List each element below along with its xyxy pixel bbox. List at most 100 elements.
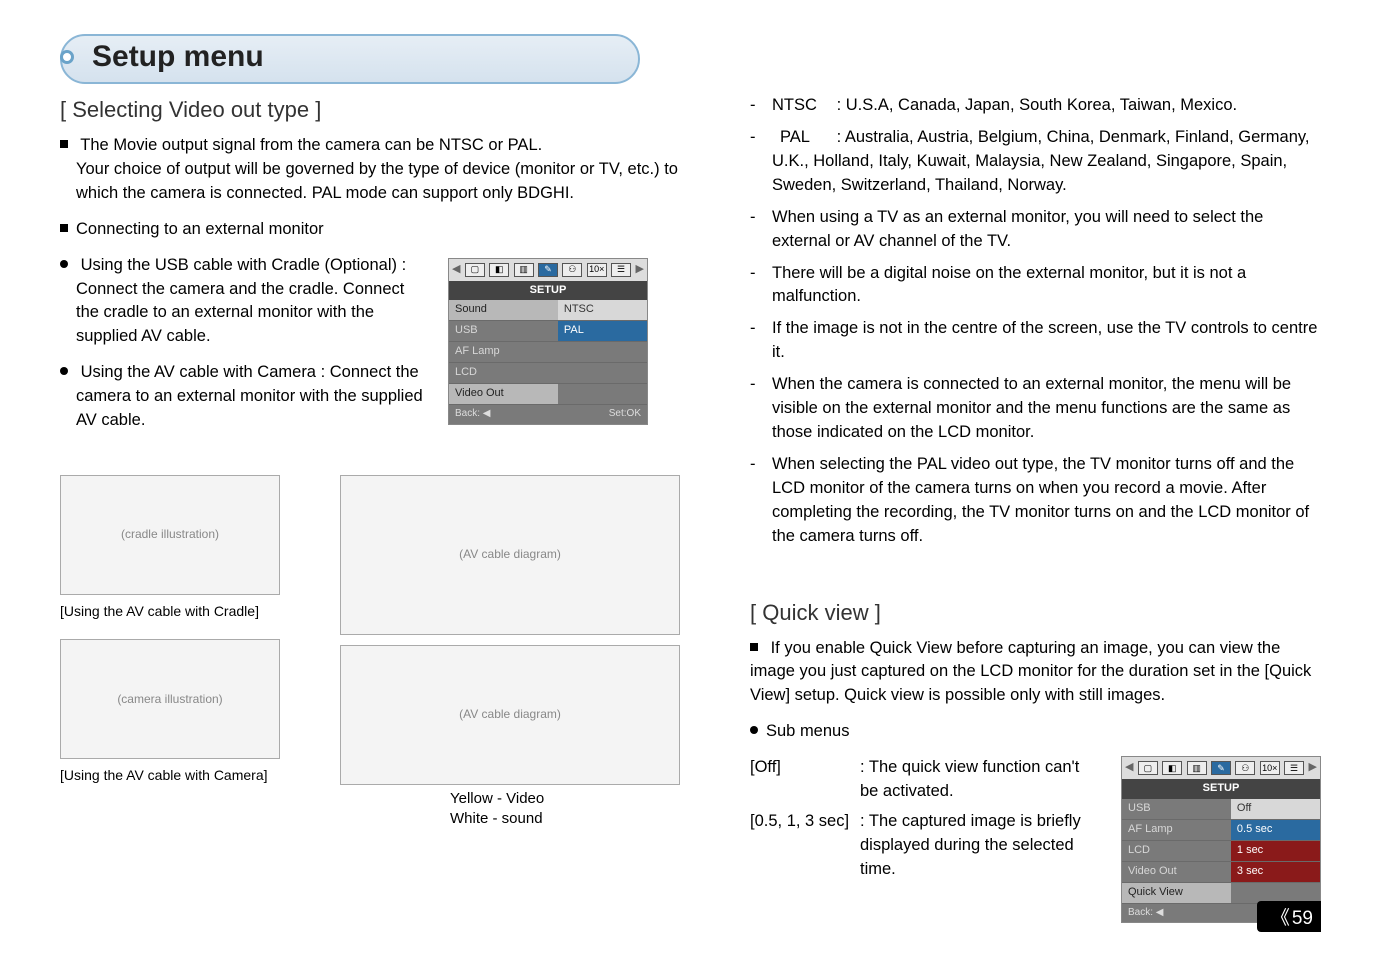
- pal-label: PAL: [772, 126, 832, 150]
- note-digital-noise: - There will be a digital noise on the e…: [750, 262, 1321, 310]
- para-sub-menus: Sub menus: [750, 720, 1321, 744]
- header-dot-icon: [60, 50, 74, 64]
- av-camera-title: Using the AV cable with Camera : Connect…: [81, 363, 419, 381]
- para-av-camera: Using the AV cable with Camera : Connect…: [60, 361, 430, 433]
- menu-item-left: Quick View: [1122, 883, 1231, 904]
- menu-item-right: [558, 342, 647, 363]
- menu-tab-icon: ▢: [465, 263, 485, 277]
- menu-item-left: Video Out: [1122, 862, 1231, 883]
- para-connecting: Connecting to an external monitor: [60, 218, 680, 242]
- ntsc-label: NTSC: [772, 94, 832, 118]
- sub-sec-val: : The captured image is briefly displaye…: [860, 810, 1091, 882]
- note-ntsc: - NTSC : U.S.A, Canada, Japan, South Kor…: [750, 94, 1321, 118]
- menu-item-left: AF Lamp: [449, 342, 558, 363]
- illus-top-cable: (AV cable diagram): [340, 475, 680, 635]
- menu-item-left: USB: [449, 321, 558, 342]
- menu2: ◀ ▢ ◧ ▥ ✎ ⚇ 10× ☰ ▶ SETUP USBOffAF Lamp0…: [1121, 756, 1321, 923]
- illus-cap-cradle: [Using the AV cable with Cradle]: [60, 601, 320, 621]
- sub-menu-definitions: [Off] : The quick view function can't be…: [750, 756, 1091, 923]
- menu2-back: Back: ◀: [1128, 906, 1163, 921]
- illustration-area: (cradle illustration) [Using the AV cabl…: [60, 475, 680, 828]
- menu-item-left: AF Lamp: [1122, 820, 1231, 841]
- section-heading-video-out: [ Selecting Video out type ]: [60, 94, 680, 126]
- note4-text: When the camera is connected to an exter…: [772, 373, 1321, 445]
- illus-bottom-cable: (AV cable diagram): [340, 645, 680, 785]
- menu-item-right: [558, 384, 647, 405]
- menu-tab-icon: 10×: [1260, 761, 1280, 775]
- menu2-title: SETUP: [1122, 779, 1320, 799]
- menu-item-right: 3 sec: [1231, 862, 1320, 883]
- note-pal: - PAL : Australia, Austria, Belgium, Chi…: [750, 126, 1321, 198]
- menu-item-right: 0.5 sec: [1231, 820, 1320, 841]
- menu-tab-icon: ⚇: [1235, 761, 1255, 775]
- menu1-title: SETUP: [449, 281, 647, 301]
- menu-item-right: [558, 363, 647, 384]
- sub-menu-block: [Off] : The quick view function can't be…: [750, 756, 1321, 923]
- menu1-footer: Back: ◀ Set:OK: [449, 405, 647, 424]
- pal-text: : Australia, Austria, Belgium, China, De…: [772, 128, 1310, 194]
- content-columns: [ Selecting Video out type ] The Movie o…: [60, 94, 1321, 923]
- illus-camera-image: (camera illustration): [60, 639, 280, 759]
- para-qv-intro: If you enable Quick View before capturin…: [750, 637, 1321, 709]
- illus-right-col: (AV cable diagram) (AV cable diagram) Ye…: [340, 475, 680, 828]
- menu-tab-icon: ⚇: [562, 263, 582, 277]
- note-tv-channel: - When using a TV as an external monitor…: [750, 206, 1321, 254]
- menu-item-left: Video Out: [449, 384, 558, 405]
- qv-intro-text: If you enable Quick View before capturin…: [750, 639, 1311, 705]
- cable-yellow: Yellow - Video: [450, 789, 680, 809]
- cable-color-label: Yellow - Video White - sound: [450, 789, 680, 828]
- usb-cradle-body: Connect the camera and the cradle. Conne…: [60, 278, 430, 350]
- right-notes-list: - NTSC : U.S.A, Canada, Japan, South Kor…: [750, 94, 1321, 549]
- menu-tab-icon: ☰: [611, 263, 631, 277]
- sub-off: [Off] : The quick view function can't be…: [750, 756, 1091, 804]
- usb-row: Using the USB cable with Cradle (Optiona…: [60, 254, 680, 445]
- illus-left-col: (cradle illustration) [Using the AV cabl…: [60, 475, 320, 828]
- usb-cradle-title: Using the USB cable with Cradle (Optiona…: [81, 256, 407, 274]
- menu1-back: Back: ◀: [455, 407, 490, 422]
- usb-text-block: Using the USB cable with Cradle (Optiona…: [60, 254, 430, 445]
- setup-menu-box-2: ◀ ▢ ◧ ▥ ✎ ⚇ 10× ☰ ▶ SETUP USBOffAF Lamp0…: [1121, 756, 1321, 923]
- av-camera-body: camera to an external monitor with the s…: [60, 385, 430, 433]
- menu-tab-icon: ▢: [1138, 761, 1158, 775]
- menu-tab-icon: ▥: [1187, 761, 1207, 775]
- right-column: - NTSC : U.S.A, Canada, Japan, South Kor…: [750, 94, 1321, 923]
- menu-item-right: Off: [1231, 799, 1320, 820]
- menu1-tabs: ◀ ▢ ◧ ▥ ✎ ⚇ 10× ☰ ▶: [449, 259, 647, 281]
- menu-item-right: 1 sec: [1231, 841, 1320, 862]
- sub-off-key: [Off]: [750, 756, 860, 804]
- menu2-tabs: ◀ ▢ ◧ ▥ ✎ ⚇ 10× ☰ ▶: [1122, 757, 1320, 779]
- page-title: Setup menu: [92, 40, 264, 74]
- section-heading-quick-view: [ Quick view ]: [750, 597, 1321, 629]
- page-header: Setup menu: [60, 40, 1321, 74]
- page-number: 59: [1257, 901, 1321, 932]
- sub-off-val: : The quick view function can't be activ…: [860, 756, 1091, 804]
- illus-cap-camera: [Using the AV cable with Camera]: [60, 765, 320, 785]
- menu-tab-icon: ◧: [1162, 761, 1182, 775]
- para-movie-output-line1: The Movie output signal from the camera …: [80, 136, 542, 154]
- cable-white: White - sound: [450, 809, 680, 829]
- menu-item-right: PAL: [558, 321, 647, 342]
- menu-item-left: Sound: [449, 300, 558, 321]
- left-column: [ Selecting Video out type ] The Movie o…: [60, 94, 680, 923]
- note1-text: When using a TV as an external monitor, …: [772, 206, 1321, 254]
- menu-item-left: LCD: [449, 363, 558, 384]
- menu-item-left: LCD: [1122, 841, 1231, 862]
- menu-tab-icon-active: ✎: [1211, 761, 1231, 775]
- para-movie-output-rest: Your choice of output will be governed b…: [60, 158, 680, 206]
- sub-sec-key: [0.5, 1, 3 sec]: [750, 810, 860, 882]
- note-pal-behavior: - When selecting the PAL video out type,…: [750, 453, 1321, 549]
- menu-item-left: USB: [1122, 799, 1231, 820]
- menu-tab-icon: ◧: [489, 263, 509, 277]
- menu2-rows: USBOffAF Lamp0.5 secLCD1 secVideo Out3 s…: [1122, 799, 1320, 904]
- note-menu-visible: - When the camera is connected to an ext…: [750, 373, 1321, 445]
- note5-text: When selecting the PAL video out type, t…: [772, 453, 1321, 549]
- menu-tab-icon: ▥: [514, 263, 534, 277]
- menu1-set: Set:OK: [609, 407, 641, 422]
- illus-cradle-image: (cradle illustration): [60, 475, 280, 595]
- para-usb-cradle: Using the USB cable with Cradle (Optiona…: [60, 254, 430, 350]
- menu1: ◀ ▢ ◧ ▥ ✎ ⚇ 10× ☰ ▶ SETUP SoundNTSCUSBPA…: [448, 258, 648, 425]
- menu1-rows: SoundNTSCUSBPALAF LampLCDVideo Out: [449, 300, 647, 405]
- setup-menu-box-1: ◀ ▢ ◧ ▥ ✎ ⚇ 10× ☰ ▶ SETUP SoundNTSCUSBPA…: [448, 258, 648, 425]
- menu-tab-icon: ☰: [1284, 761, 1304, 775]
- menu-tab-icon-active: ✎: [538, 263, 558, 277]
